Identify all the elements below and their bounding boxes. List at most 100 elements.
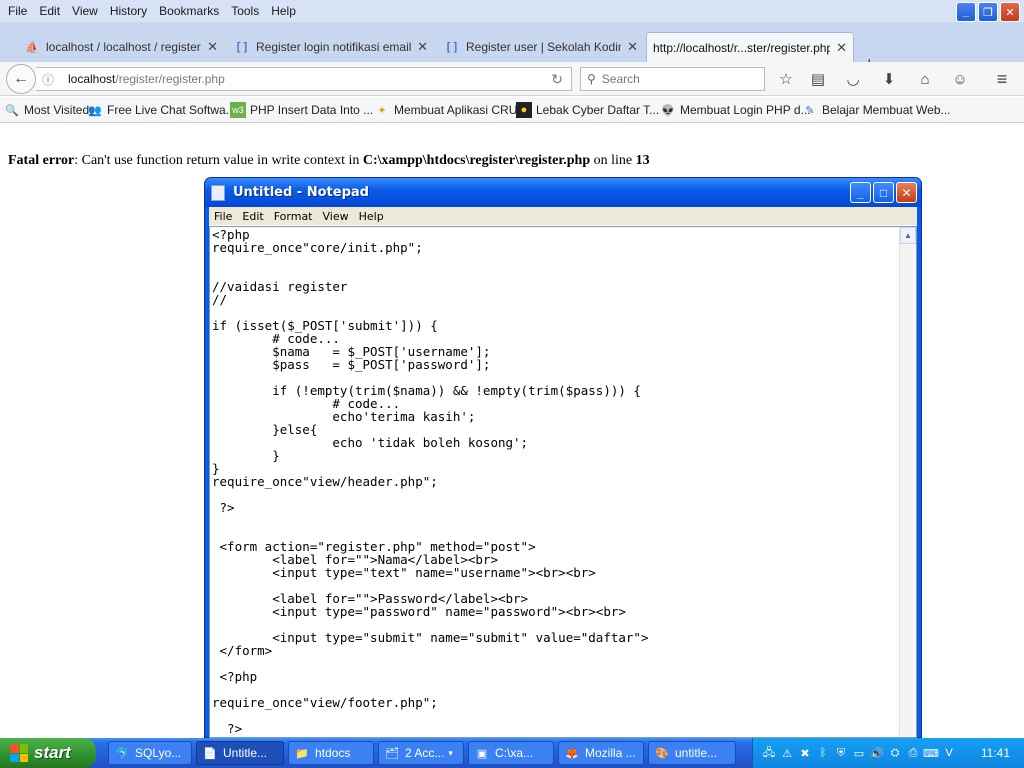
bookmark-login-php[interactable]: 👽 Membuat Login PHP d... <box>660 102 811 118</box>
close-button[interactable]: ✕ <box>896 182 917 203</box>
display-icon[interactable]: ▭ <box>851 745 867 761</box>
search-input[interactable]: ⚲ Search <box>580 67 765 91</box>
tab-strip: ⛵ localhost / localhost / register... ✕ … <box>0 22 1024 74</box>
notepad-icon: 📄 <box>203 747 217 760</box>
site-icon: ● <box>516 102 532 118</box>
close-tab-icon[interactable]: ✕ <box>627 39 638 55</box>
close-tab-icon[interactable]: ✕ <box>417 39 428 55</box>
error-label: Fatal error <box>8 153 75 168</box>
close-button[interactable]: ✕ <box>1000 2 1020 22</box>
warning-icon[interactable]: ⚠ <box>779 745 795 761</box>
task-label: untitle... <box>675 746 718 760</box>
start-label: start <box>34 743 71 762</box>
close-tab-icon[interactable]: ✕ <box>836 40 847 56</box>
tab-title: Register user | Sekolah Koding <box>466 40 622 54</box>
chevron-down-icon: ▾ <box>448 747 453 758</box>
vertical-scrollbar[interactable]: ▲ <box>899 227 916 737</box>
xampp-icon[interactable]: ✖ <box>797 745 813 761</box>
menu-file[interactable]: File <box>0 4 33 18</box>
clock: 11:41 <box>980 746 1010 760</box>
task-label: C:\xa... <box>495 746 534 760</box>
notepad-window-controls: _ □ ✕ <box>850 182 917 203</box>
minimize-button[interactable]: _ <box>956 2 976 22</box>
hamburger-menu-icon[interactable]: ≡ <box>992 69 1012 89</box>
menu-bookmarks[interactable]: Bookmarks <box>153 4 225 18</box>
taskbar-cmd[interactable]: ▣ C:\xa... <box>468 741 554 765</box>
notepad-titlebar[interactable]: Untitled - Notepad _ □ ✕ <box>205 178 921 207</box>
vc-icon[interactable]: V <box>941 745 957 761</box>
antivirus-icon[interactable]: ⛭ <box>887 745 903 761</box>
taskbar-accessories[interactable]: 🗂 2 Acc... ▾ <box>378 741 464 765</box>
printer-icon[interactable]: ⎙ <box>905 745 921 761</box>
start-button[interactable]: start <box>0 738 96 768</box>
notepad-menu-file[interactable]: File <box>209 210 237 223</box>
bookmark-label: Lebak Cyber Daftar T... <box>536 103 660 117</box>
phpmyadmin-icon: ⛵ <box>25 41 39 54</box>
pocket-icon[interactable]: ◡ <box>843 69 863 89</box>
reload-icon[interactable]: ↻ <box>551 71 563 88</box>
taskbar-untitled[interactable]: 🎨 untitle... <box>648 741 736 765</box>
url-bar[interactable]: ⓘ localhost/register/register.php ↻ <box>36 67 572 91</box>
code-text: <?php require_once"core/init.php"; //vai… <box>212 227 649 736</box>
download-icon[interactable]: ⬇ <box>879 69 899 89</box>
paint-icon: 🎨 <box>655 747 669 760</box>
home-icon[interactable]: ⌂ <box>915 69 935 89</box>
restore-button[interactable]: ❐ <box>978 2 998 22</box>
notepad-menu-view[interactable]: View <box>318 210 354 223</box>
minimize-button[interactable]: _ <box>850 182 871 203</box>
menu-help[interactable]: Help <box>265 4 302 18</box>
tab-phpmyadmin[interactable]: ⛵ localhost / localhost / register... ✕ <box>18 32 224 62</box>
tab-register-login[interactable]: [ ] Register login notifikasi email ... … <box>228 32 434 62</box>
maximize-button[interactable]: □ <box>873 182 894 203</box>
reading-list-icon[interactable]: ▤ <box>808 69 828 89</box>
error-line: 13 <box>635 153 650 168</box>
bookmark-live-chat[interactable]: 👥 Free Live Chat Softwa... <box>87 102 236 118</box>
task-label: SQLyo... <box>135 746 182 760</box>
bookmark-most-visited[interactable]: 🔍 Most Visited <box>4 102 89 118</box>
volume-icon[interactable]: 🔊 <box>869 745 885 761</box>
bluetooth-icon[interactable]: ᛒ <box>815 745 831 761</box>
notepad-text-area[interactable]: <?php require_once"core/init.php"; //vai… <box>209 226 917 738</box>
security-icon[interactable]: ⛨ <box>833 745 849 761</box>
folder-icon: 📁 <box>295 747 309 760</box>
taskbar-htdocs[interactable]: 📁 htdocs <box>288 741 374 765</box>
bookmarks-toolbar: 🔍 Most Visited 👥 Free Live Chat Softwa..… <box>0 97 1024 123</box>
search-icon: ⚲ <box>587 72 596 86</box>
task-label: Untitle... <box>223 746 268 760</box>
language-icon[interactable]: ⌨ <box>923 745 939 761</box>
bookmark-lebak-cyber[interactable]: ● Lebak Cyber Daftar T... <box>516 102 659 118</box>
notepad-menu-help[interactable]: Help <box>354 210 389 223</box>
menu-edit[interactable]: Edit <box>33 4 66 18</box>
notepad-window[interactable]: Untitled - Notepad _ □ ✕ File Edit Forma… <box>204 177 922 738</box>
task-label: Mozilla ... <box>585 746 636 760</box>
info-icon[interactable]: ⓘ <box>42 71 62 88</box>
firefox-icon: 🦊 <box>565 747 579 760</box>
network-icon[interactable]: 🖧 <box>761 745 777 761</box>
task-label: 2 Acc... <box>405 746 445 760</box>
error-path: C:\xampp\htdocs\register\register.php <box>362 153 591 168</box>
scroll-up-icon[interactable]: ▲ <box>900 227 916 244</box>
back-button[interactable]: ← <box>6 64 36 94</box>
w3-icon: w3 <box>230 102 246 118</box>
taskbar-notepad[interactable]: 📄 Untitle... <box>196 741 284 765</box>
notepad-menu-edit[interactable]: Edit <box>237 210 268 223</box>
arrow-left-icon: ← <box>13 70 29 87</box>
people-icon: 👥 <box>88 104 102 117</box>
pen-icon: ✎ <box>805 104 815 117</box>
bookmark-crud[interactable]: ✦ Membuat Aplikasi CRU... <box>374 102 527 118</box>
notepad-menu-format[interactable]: Format <box>269 210 318 223</box>
close-tab-icon[interactable]: ✕ <box>207 39 218 55</box>
tab-sekolah-koding[interactable]: [ ] Register user | Sekolah Koding ✕ <box>438 32 644 62</box>
bookmark-php-insert[interactable]: w3 PHP Insert Data Into ... <box>230 102 373 118</box>
bookmark-belajar-web[interactable]: ✎ Belajar Membuat Web... <box>802 102 950 118</box>
tab-register-php[interactable]: http://localhost/r...ster/register.php ✕ <box>646 32 854 62</box>
smiley-icon[interactable]: ☺ <box>950 69 970 89</box>
menu-history[interactable]: History <box>104 4 153 18</box>
menu-tools[interactable]: Tools <box>225 4 265 18</box>
console-icon: ▣ <box>476 747 488 760</box>
bookmark-label: Membuat Login PHP d... <box>680 103 811 117</box>
taskbar-firefox[interactable]: 🦊 Mozilla ... <box>558 741 644 765</box>
menu-view[interactable]: View <box>66 4 104 18</box>
bookmark-star-icon[interactable]: ☆ <box>776 69 796 89</box>
taskbar-sqlyog[interactable]: 🐬 SQLyo... <box>108 741 192 765</box>
